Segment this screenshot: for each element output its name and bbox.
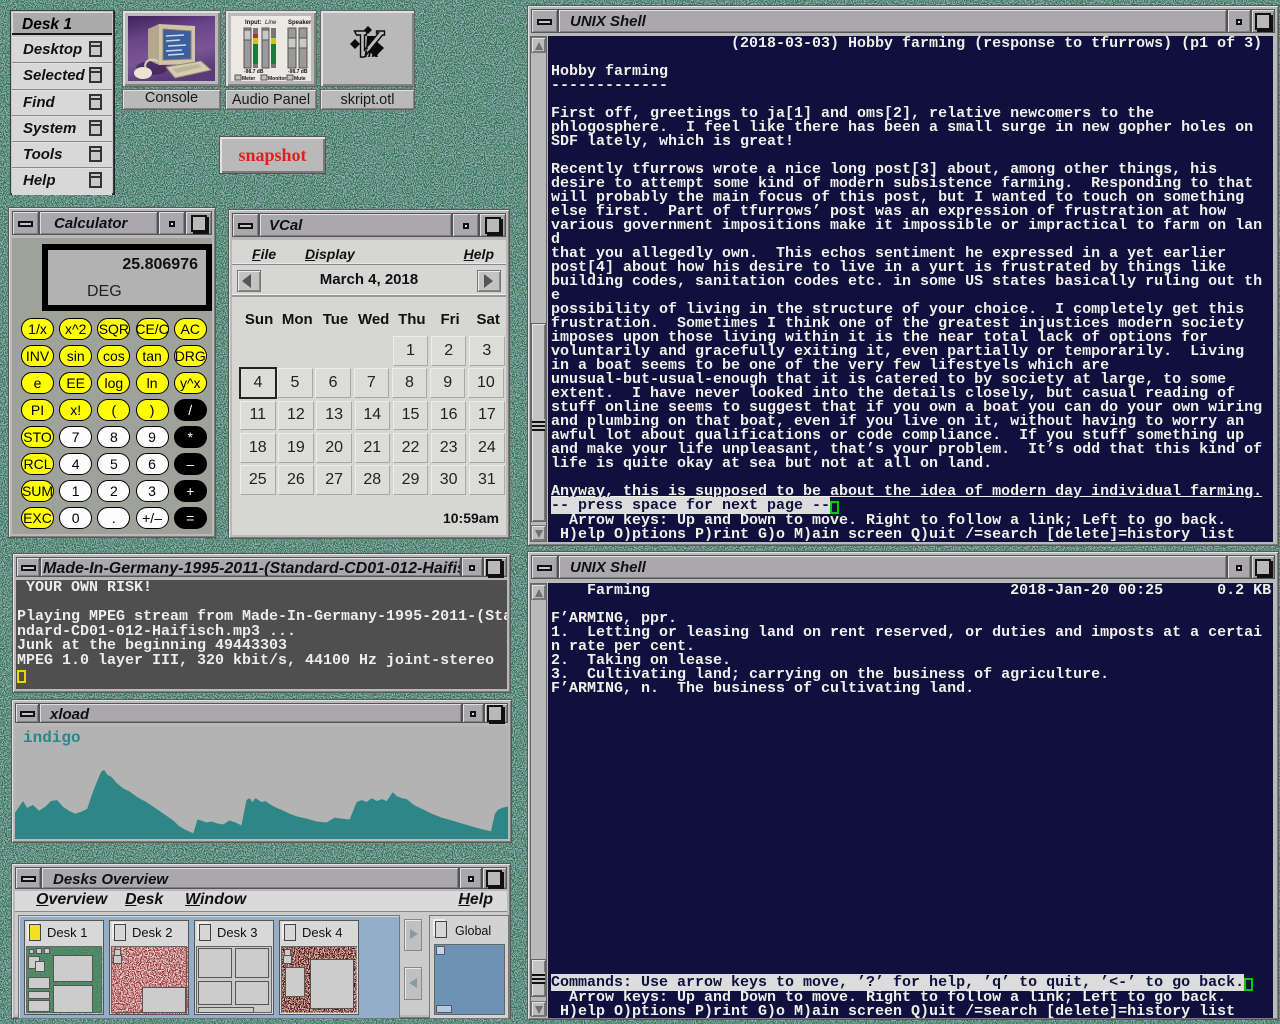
svg-text:-98.7 dB: -98.7 dB xyxy=(244,69,264,75)
svg-text:Line: Line xyxy=(265,20,277,26)
svg-text:Mute: Mute xyxy=(294,76,306,81)
svg-text:Speaker: Speaker xyxy=(288,20,311,26)
svg-text:im: im xyxy=(364,46,379,61)
svg-text:Monitor: Monitor xyxy=(268,76,286,81)
svg-text:Meter: Meter xyxy=(242,76,255,81)
svg-text:Input:: Input: xyxy=(245,20,262,26)
svg-text:-98.7 dB: -98.7 dB xyxy=(288,69,308,75)
